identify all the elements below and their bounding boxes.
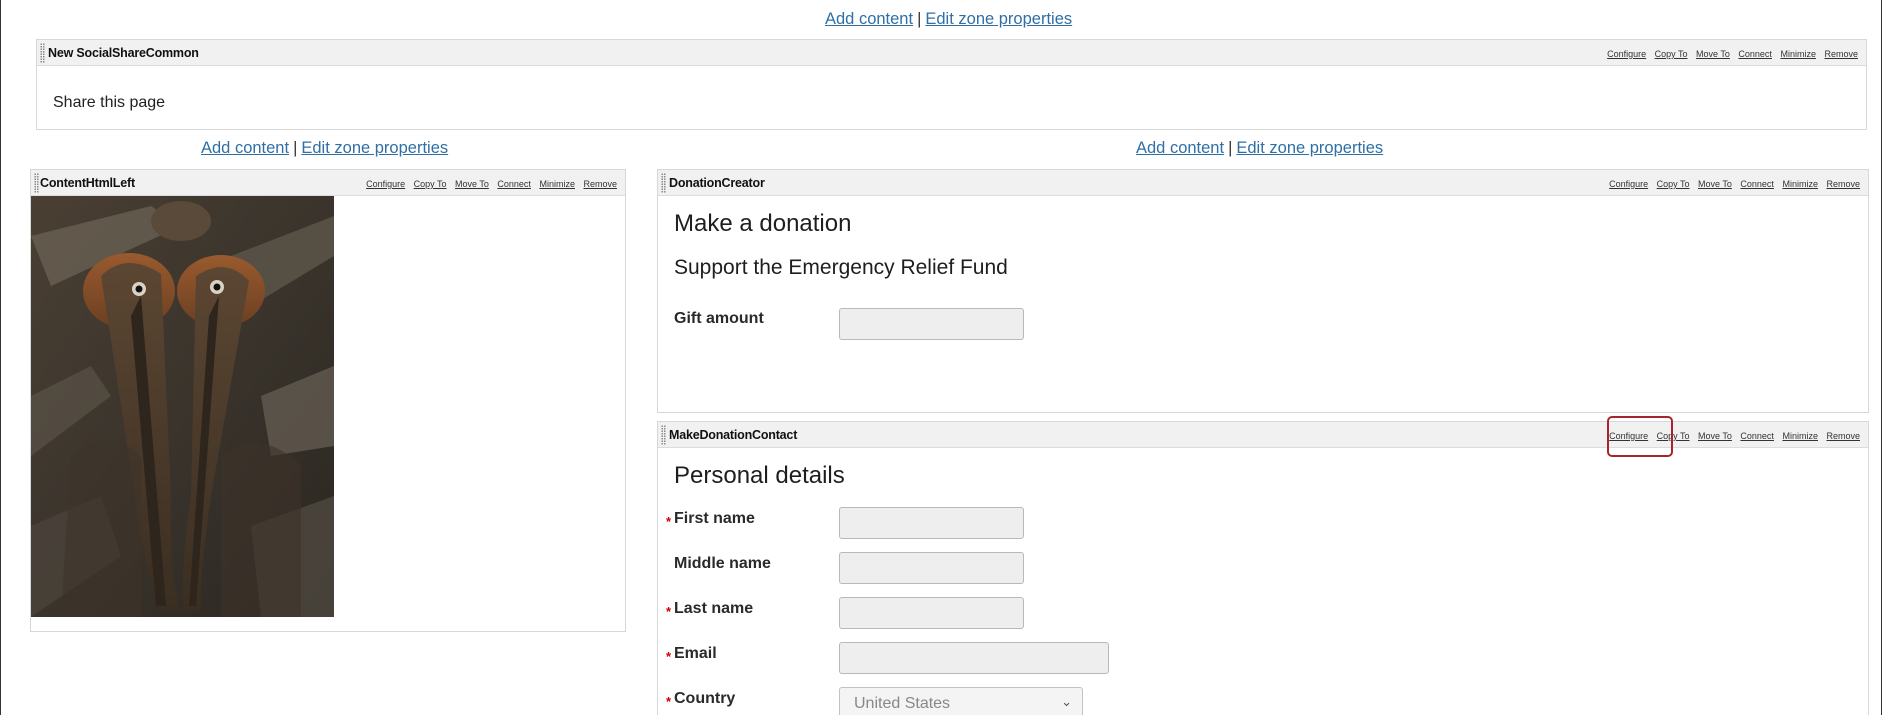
last-name-input[interactable]	[839, 597, 1024, 629]
remove-link[interactable]: Remove	[1824, 49, 1858, 59]
connect-link[interactable]: Connect	[1738, 49, 1772, 59]
middle-name-input[interactable]	[839, 552, 1024, 584]
connect-link[interactable]: Connect	[1740, 431, 1774, 441]
part-title: ContentHtmlLeft	[40, 176, 135, 190]
remove-link[interactable]: Remove	[1826, 431, 1860, 441]
content-html-left-header[interactable]: ContentHtmlLeft Configure Copy To Move T…	[31, 170, 625, 196]
left-zone-separator: |	[293, 139, 298, 157]
minimize-link[interactable]: Minimize	[1782, 431, 1818, 441]
gift-amount-input[interactable]	[839, 308, 1024, 340]
first-name-input[interactable]	[839, 507, 1024, 539]
configure-highlight-box	[1607, 416, 1673, 457]
connect-link[interactable]: Connect	[1740, 179, 1774, 189]
part-title: DonationCreator	[669, 176, 765, 190]
part-actions: Configure Copy To Move To Connect Minimi…	[1603, 179, 1860, 189]
right-edit-zone-link[interactable]: Edit zone properties	[1236, 139, 1383, 157]
minimize-link[interactable]: Minimize	[539, 179, 575, 189]
left-add-content-link[interactable]: Add content	[201, 139, 289, 157]
email-input[interactable]	[839, 642, 1109, 674]
content-html-left-part: ContentHtmlLeft Configure Copy To Move T…	[30, 169, 626, 632]
make-donation-contact-header[interactable]: MakeDonationContact Configure Copy To Mo…	[658, 422, 1868, 448]
remove-link[interactable]: Remove	[1826, 179, 1860, 189]
last-name-label: Last name	[674, 600, 754, 617]
copy-to-link[interactable]: Copy To	[1657, 179, 1690, 189]
part-title: MakeDonationContact	[669, 428, 798, 442]
required-marker: *	[666, 649, 672, 664]
copy-to-link[interactable]: Copy To	[1655, 49, 1688, 59]
top-zone-links: Add content | Edit zone properties	[825, 10, 1072, 29]
pelican-image	[31, 196, 334, 617]
donation-creator-header[interactable]: DonationCreator Configure Copy To Move T…	[658, 170, 1868, 196]
move-to-link[interactable]: Move To	[1698, 431, 1732, 441]
top-zone-separator: |	[917, 10, 922, 28]
part-actions: Configure Copy To Move To Connect Minimi…	[1601, 49, 1858, 59]
make-donation-heading: Make a donation	[674, 210, 852, 237]
right-zone-links: Add content | Edit zone properties	[1136, 139, 1383, 158]
required-marker: *	[666, 604, 672, 619]
top-add-content-link[interactable]: Add content	[825, 10, 913, 28]
remove-link[interactable]: Remove	[583, 179, 617, 189]
minimize-link[interactable]: Minimize	[1780, 49, 1816, 59]
social-share-header[interactable]: New SocialShareCommon Configure Copy To …	[37, 40, 1866, 66]
move-to-link[interactable]: Move To	[455, 179, 489, 189]
drag-handle-icon[interactable]	[661, 173, 666, 193]
chevron-down-icon: ⌄	[1061, 694, 1072, 709]
right-zone-separator: |	[1228, 139, 1233, 157]
drag-handle-icon[interactable]	[661, 425, 666, 445]
part-title: New SocialShareCommon	[48, 46, 199, 60]
left-zone-links: Add content | Edit zone properties	[201, 139, 448, 158]
donation-creator-part: DonationCreator Configure Copy To Move T…	[657, 169, 1869, 413]
middle-name-label: Middle name	[674, 555, 771, 572]
drag-handle-icon[interactable]	[40, 43, 45, 63]
right-add-content-link[interactable]: Add content	[1136, 139, 1224, 157]
support-fund-subheading: Support the Emergency Relief Fund	[674, 256, 1008, 279]
share-page-text: Share this page	[53, 94, 166, 111]
country-value: United States	[854, 695, 951, 712]
configure-link[interactable]: Configure	[366, 179, 405, 189]
personal-details-heading: Personal details	[674, 462, 845, 489]
email-label: Email	[674, 645, 717, 662]
first-name-label: First name	[674, 510, 755, 527]
top-edit-zone-link[interactable]: Edit zone properties	[925, 10, 1072, 28]
social-share-part: New SocialShareCommon Configure Copy To …	[36, 39, 1867, 130]
minimize-link[interactable]: Minimize	[1782, 179, 1818, 189]
move-to-link[interactable]: Move To	[1696, 49, 1730, 59]
left-edit-zone-link[interactable]: Edit zone properties	[301, 139, 448, 157]
make-donation-contact-part: MakeDonationContact Configure Copy To Mo…	[657, 421, 1869, 715]
move-to-link[interactable]: Move To	[1698, 179, 1732, 189]
connect-link[interactable]: Connect	[497, 179, 531, 189]
gift-amount-label: Gift amount	[674, 310, 764, 327]
part-actions: Configure Copy To Move To Connect Minimi…	[360, 179, 617, 189]
drag-handle-icon[interactable]	[34, 173, 39, 193]
configure-link[interactable]: Configure	[1607, 49, 1646, 59]
required-marker: *	[666, 694, 672, 709]
country-label: Country	[674, 690, 736, 707]
country-select[interactable]: United States ⌄	[839, 687, 1083, 715]
configure-link[interactable]: Configure	[1609, 179, 1648, 189]
required-marker: *	[666, 514, 672, 529]
copy-to-link[interactable]: Copy To	[414, 179, 447, 189]
